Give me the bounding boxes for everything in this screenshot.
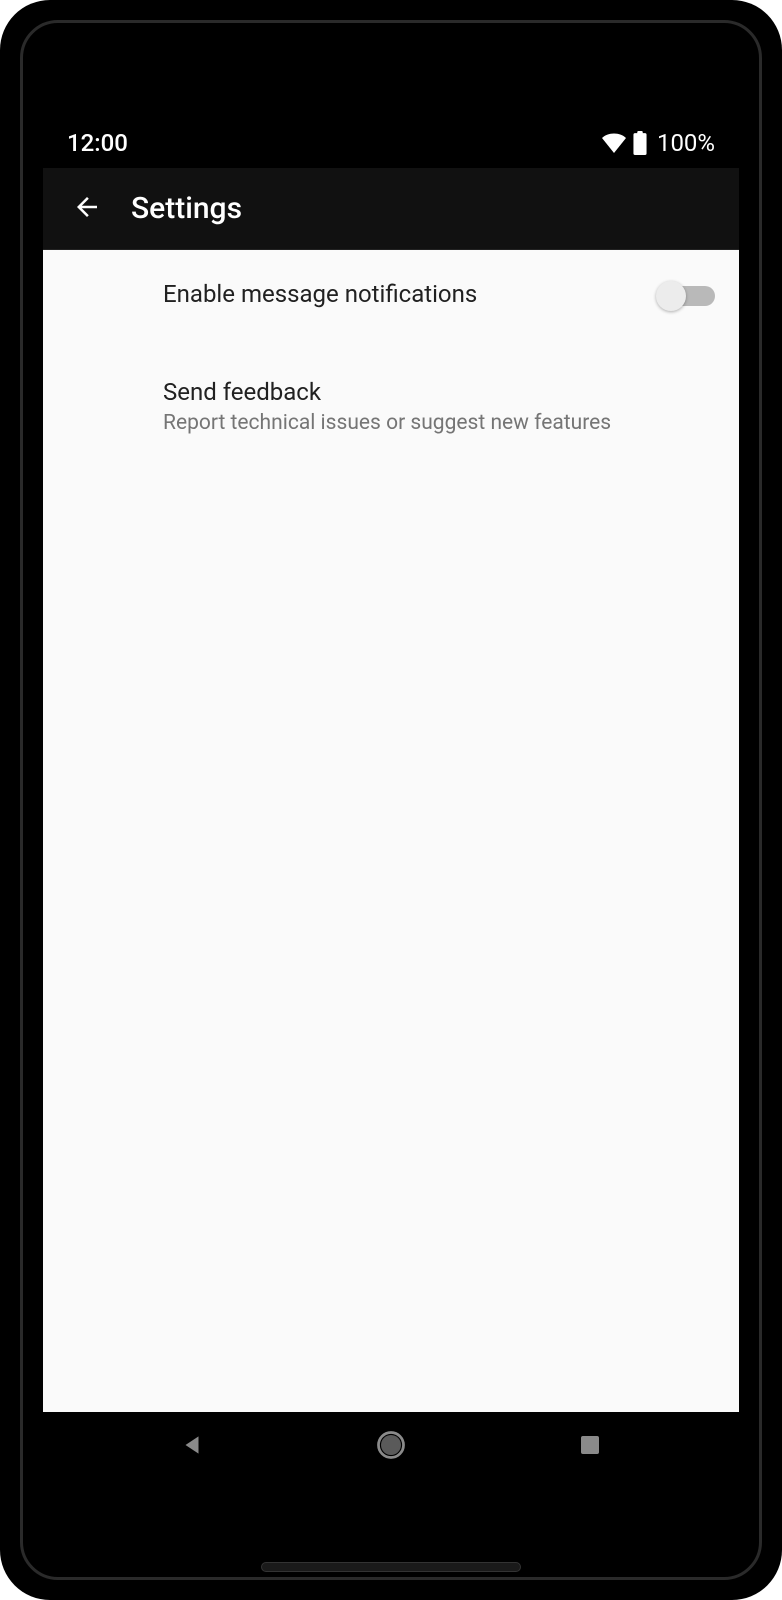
status-battery: 100% xyxy=(657,129,715,157)
phone-inner: 12:00 100% Settings xyxy=(20,20,762,1580)
row-gap xyxy=(43,332,739,356)
switch-thumb xyxy=(656,281,686,311)
triangle-back-icon xyxy=(179,1432,205,1462)
circle-home-icon xyxy=(376,1430,406,1464)
nav-home-button[interactable] xyxy=(361,1417,421,1477)
square-recent-icon xyxy=(578,1433,602,1461)
row-texts: Enable message notifications xyxy=(163,278,639,312)
battery-icon xyxy=(633,131,647,155)
enable-notifications-row[interactable]: Enable message notifications xyxy=(43,258,739,332)
wifi-icon xyxy=(601,133,627,153)
row-texts: Send feedback Report technical issues or… xyxy=(163,376,715,436)
status-time: 12:00 xyxy=(67,129,128,157)
nav-back-button[interactable] xyxy=(162,1417,222,1477)
screen: 12:00 100% Settings xyxy=(43,118,739,1482)
phone-frame: 12:00 100% Settings xyxy=(0,0,782,1600)
send-feedback-description: Report technical issues or suggest new f… xyxy=(163,411,715,435)
send-feedback-label: Send feedback xyxy=(163,376,715,410)
phone-speaker-bottom xyxy=(261,1562,521,1572)
app-bar: Settings xyxy=(43,168,739,250)
navigation-bar xyxy=(43,1412,739,1482)
enable-notifications-label: Enable message notifications xyxy=(163,278,639,312)
arrow-left-icon xyxy=(72,192,102,226)
nav-recent-button[interactable] xyxy=(560,1417,620,1477)
status-bar: 12:00 100% xyxy=(43,118,739,168)
send-feedback-row[interactable]: Send feedback Report technical issues or… xyxy=(43,356,739,456)
back-button[interactable] xyxy=(63,185,111,233)
enable-notifications-switch[interactable] xyxy=(659,284,715,306)
status-right: 100% xyxy=(601,129,715,157)
page-title: Settings xyxy=(131,191,242,226)
settings-list: Enable message notifications Send feedba… xyxy=(43,250,739,1412)
